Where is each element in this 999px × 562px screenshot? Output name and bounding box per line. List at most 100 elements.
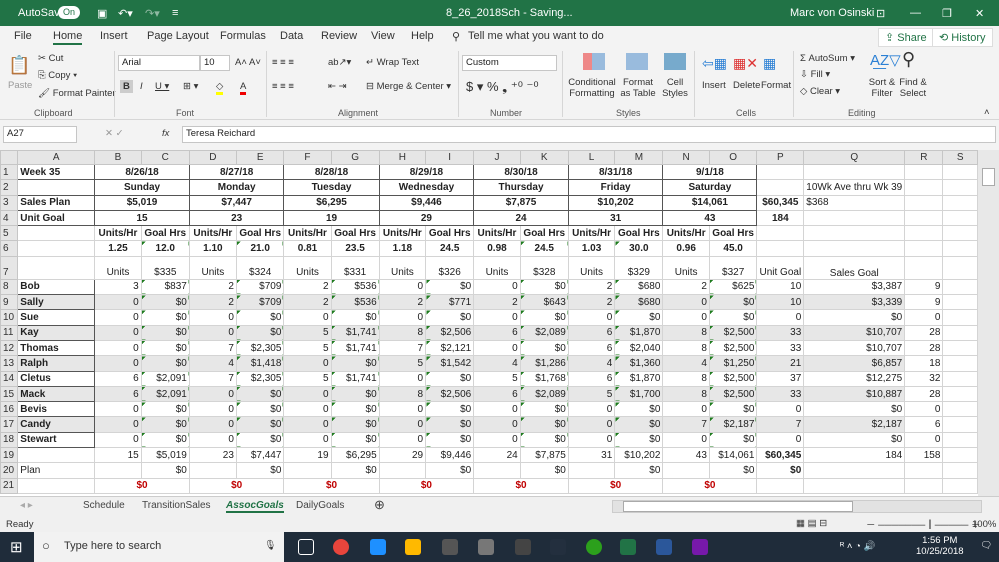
clock[interactable]: 1:56 PM 10/25/2018 <box>916 535 964 557</box>
tab-formulas[interactable]: Formulas <box>220 30 266 42</box>
cell-K16[interactable]: $0 <box>519 401 569 418</box>
cell-L15[interactable]: 5 <box>567 385 616 403</box>
cell-H8[interactable]: 0 <box>378 278 427 296</box>
cell-M6[interactable]: 30.0 <box>614 240 664 257</box>
cell-A17[interactable]: Candy <box>17 416 96 433</box>
cell-Q10[interactable]: $0 <box>803 309 906 326</box>
row-header[interactable]: 18 <box>0 431 19 449</box>
cell-B2[interactable]: Sunday <box>94 179 190 196</box>
cut-button[interactable]: ✂ Cut <box>38 53 63 64</box>
cell-R18[interactable]: 0 <box>904 431 944 449</box>
cell-N6[interactable]: 0.96 <box>662 240 710 257</box>
cell-K18[interactable]: $0 <box>519 431 569 449</box>
cell-S19[interactable] <box>942 447 978 464</box>
cell-C6[interactable]: 12.0 <box>140 240 190 257</box>
cell-C10[interactable]: $0 <box>140 309 190 326</box>
cell-F6[interactable]: 0.81 <box>283 240 332 257</box>
cell-O19[interactable]: $14,061 <box>708 447 758 464</box>
cell-L18[interactable]: 0 <box>567 431 616 449</box>
cell-B8[interactable]: 3 <box>94 278 142 296</box>
cell-K5[interactable]: Goal Hrs <box>519 225 569 242</box>
cell-D13[interactable]: 4 <box>188 355 237 372</box>
save-icon[interactable]: ▣ <box>97 7 107 20</box>
cell-Q19[interactable]: 184 <box>803 447 906 464</box>
cell-R6[interactable] <box>904 240 944 257</box>
cell-O7[interactable]: $327 <box>708 255 758 280</box>
cell-I12[interactable]: $2,121 <box>425 339 475 357</box>
cell-F14[interactable]: 5 <box>283 370 332 387</box>
cell-M9[interactable]: $680 <box>614 294 664 311</box>
cell-M19[interactable]: $10,202 <box>614 447 664 464</box>
formula-input[interactable]: Teresa Reichard <box>182 126 996 143</box>
find-select-button[interactable]: Find & Select <box>896 77 930 99</box>
cell-G17[interactable]: $0 <box>330 416 380 433</box>
column-header-S[interactable]: S <box>942 150 978 165</box>
cell-B7[interactable]: Units <box>94 255 142 280</box>
cell-L8[interactable]: 2 <box>567 278 616 296</box>
fill-button[interactable]: ⇩ Fill ▾ <box>800 69 830 80</box>
cell-B6[interactable]: 1.25 <box>94 240 142 257</box>
cell-E15[interactable]: $0 <box>235 385 285 403</box>
cell-P21[interactable] <box>756 477 805 494</box>
cell-P6[interactable] <box>756 240 805 257</box>
select-all-corner[interactable] <box>0 150 19 165</box>
cell-H3[interactable]: $9,446 <box>378 194 475 211</box>
cell-B16[interactable]: 0 <box>94 401 142 418</box>
cell-S1[interactable] <box>942 163 978 181</box>
cell-B4[interactable]: 15 <box>94 209 190 227</box>
cell-L4[interactable]: 31 <box>567 209 664 227</box>
italic-button[interactable]: I <box>140 81 143 92</box>
cell-F4[interactable]: 19 <box>283 209 380 227</box>
cell-S18[interactable] <box>942 431 978 449</box>
cell-L13[interactable]: 4 <box>567 355 616 372</box>
wrap-text-button[interactable]: ↵ Wrap Text <box>366 57 419 68</box>
cell-D6[interactable]: 1.10 <box>188 240 237 257</box>
row-header[interactable]: 8 <box>0 278 19 296</box>
cell-K15[interactable]: $2,089 <box>519 385 569 403</box>
cell-F9[interactable]: 2 <box>283 294 332 311</box>
cell-R15[interactable]: 28 <box>904 385 944 403</box>
cell-P15[interactable]: 33 <box>756 385 805 403</box>
cell-B17[interactable]: 0 <box>94 416 142 433</box>
cell-L21[interactable]: $0 <box>567 477 664 494</box>
cell-F11[interactable]: 5 <box>283 324 332 341</box>
cell-J4[interactable]: 24 <box>473 209 569 227</box>
column-header-M[interactable]: M <box>614 150 664 165</box>
cell-M8[interactable]: $680 <box>614 278 664 296</box>
cell-H17[interactable]: 0 <box>378 416 427 433</box>
cell-H16[interactable]: 0 <box>378 401 427 418</box>
cancel-confirm-icons[interactable]: ✕ ✓ <box>105 128 124 139</box>
cell-K14[interactable]: $1,768 <box>519 370 569 387</box>
cell-R2[interactable] <box>904 179 944 196</box>
cell-D20[interactable] <box>188 462 237 479</box>
zoom-slider[interactable]: － ───────┃───── ＋ <box>866 517 981 531</box>
cell-L3[interactable]: $10,202 <box>567 194 664 211</box>
cell-H5[interactable]: Units/Hr <box>378 225 427 242</box>
view-buttons[interactable]: ▦ ▤ ⊟ <box>796 518 827 529</box>
cell-D1[interactable]: 8/27/18 <box>188 163 285 181</box>
customize-qat-icon[interactable]: ≡ <box>172 7 178 19</box>
cell-A13[interactable]: Ralph <box>17 355 96 372</box>
edge-icon[interactable] <box>370 539 386 555</box>
indent-icons[interactable]: ⇤ ⇥ <box>328 81 347 92</box>
merge-center-button[interactable]: ⊟ Merge & Center ▾ <box>366 81 451 92</box>
cell-A3[interactable]: Sales Plan <box>17 194 96 211</box>
cell-N10[interactable]: 0 <box>662 309 710 326</box>
cell-D8[interactable]: 2 <box>188 278 237 296</box>
cell-I7[interactable]: $326 <box>425 255 475 280</box>
cell-A14[interactable]: Cletus <box>17 370 96 387</box>
cell-A7[interactable] <box>17 255 96 280</box>
cell-P11[interactable]: 33 <box>756 324 805 341</box>
system-tray-icons[interactable]: ᴿ ˄ ◔ 🔊 <box>840 541 875 552</box>
cell-G13[interactable]: $0 <box>330 355 380 372</box>
cell-E14[interactable]: $2,305 <box>235 370 285 387</box>
copy-button[interactable]: ⎘ Copy ▾ <box>38 70 77 81</box>
cell-E9[interactable]: $709 <box>235 294 285 311</box>
cell-Q7[interactable]: Sales Goal <box>803 255 906 280</box>
cell-S16[interactable] <box>942 401 978 418</box>
row-header[interactable]: 16 <box>0 401 19 418</box>
cell-S17[interactable] <box>942 416 978 433</box>
cell-J16[interactable]: 0 <box>473 401 521 418</box>
cell-O9[interactable]: $0 <box>708 294 758 311</box>
cell-P5[interactable] <box>756 225 805 242</box>
